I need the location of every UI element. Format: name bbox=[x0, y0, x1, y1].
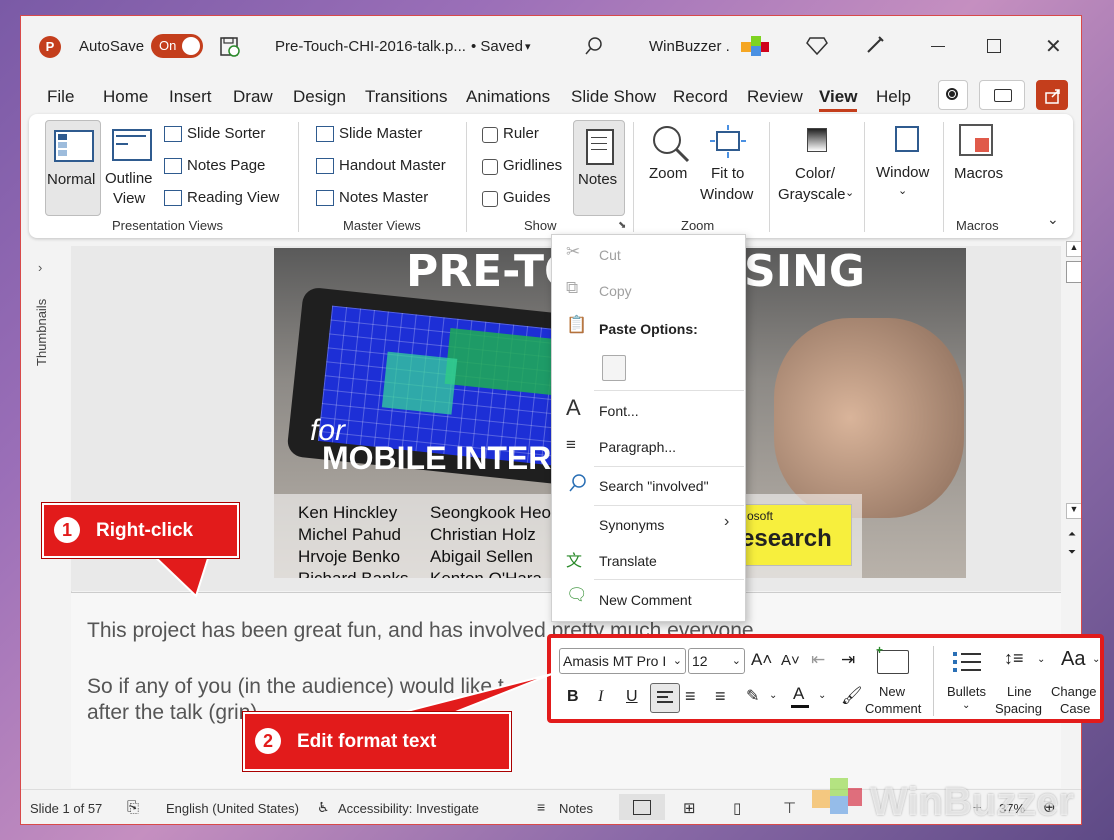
winbuzzer-logo-icon bbox=[812, 776, 864, 828]
callout-text: Edit format text bbox=[297, 731, 437, 752]
callout-right-click: 1 Right-click bbox=[42, 503, 239, 558]
callout-edit-format: 2 Edit format text bbox=[243, 712, 511, 771]
callout-number: 1 bbox=[54, 517, 80, 543]
callout-number: 2 bbox=[255, 728, 281, 754]
watermark-text: WinBuzzer bbox=[870, 780, 1075, 824]
callout-text: Right-click bbox=[96, 520, 194, 541]
callout-pointers bbox=[147, 551, 553, 724]
